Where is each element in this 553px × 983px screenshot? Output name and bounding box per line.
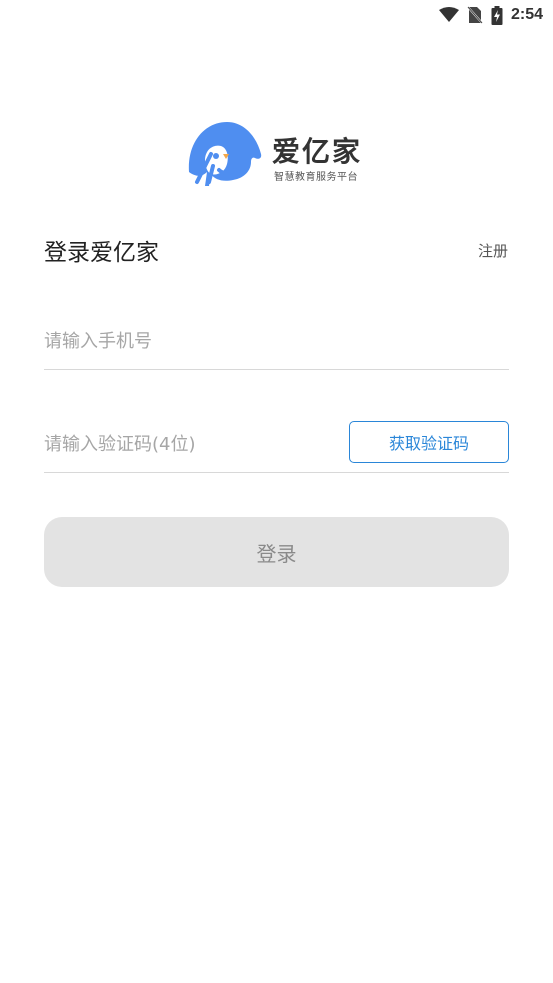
phone-input[interactable] <box>44 321 334 361</box>
register-link[interactable]: 注册 <box>478 240 508 261</box>
wifi-icon <box>438 7 459 22</box>
login-button[interactable]: 登录 <box>44 517 509 587</box>
battery-charging-icon <box>491 5 503 25</box>
brand-name: 爱亿家 <box>272 135 363 168</box>
logo-mark-icon <box>188 122 262 186</box>
brand-slogan: 智慧教育服务平台 <box>274 172 358 183</box>
status-time: 2:54 <box>510 6 543 23</box>
status-bar: 2:54 <box>0 0 553 30</box>
brand-logo: 爱亿家 智慧教育服务平台 <box>183 120 373 188</box>
phone-field <box>44 321 509 370</box>
get-code-button[interactable]: 获取验证码 <box>349 421 509 463</box>
code-field: 获取验证码 <box>44 421 509 473</box>
verification-code-input[interactable] <box>44 424 334 464</box>
status-icons: 2:54 <box>438 4 543 26</box>
page-title: 登录爱亿家 <box>44 240 159 266</box>
no-sim-icon <box>466 6 483 24</box>
